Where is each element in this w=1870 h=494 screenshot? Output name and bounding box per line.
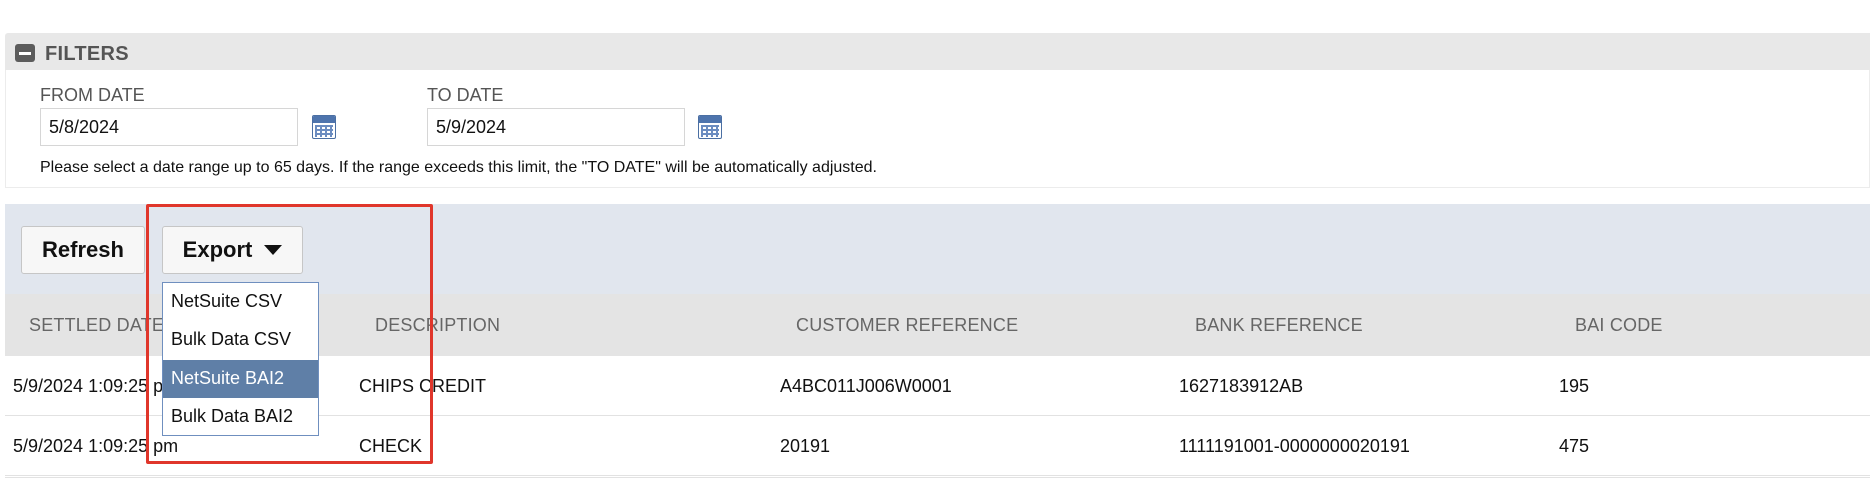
collapse-icon[interactable]	[15, 44, 35, 62]
from-date-input[interactable]	[40, 108, 298, 146]
export-dropdown-menu: NetSuite CSV Bulk Data CSV NetSuite BAI2…	[162, 282, 319, 436]
cell-bai-code: 195	[1559, 376, 1590, 396]
export-button-label: Export	[182, 237, 253, 262]
menu-item-bulk-data-csv[interactable]: Bulk Data CSV	[163, 321, 318, 359]
cell-settled-date: 5/9/2024 1:09:25 pm	[13, 376, 179, 396]
refresh-button-label: Refresh	[42, 237, 124, 262]
column-header-description[interactable]: DESCRIPTION	[375, 315, 500, 336]
cell-bai-code: 475	[1559, 436, 1590, 456]
to-date-input[interactable]	[427, 108, 685, 146]
from-date-label: FROM DATE	[40, 85, 145, 105]
calendar-icon[interactable]	[698, 115, 722, 139]
menu-item-netsuite-bai2[interactable]: NetSuite BAI2	[163, 360, 318, 398]
column-header-customer-reference[interactable]: CUSTOMER REFERENCE	[796, 315, 1018, 336]
column-header-settled-date[interactable]: SETTLED DATE	[29, 315, 164, 336]
filters-header[interactable]: FILTERS	[5, 33, 1870, 70]
cell-customer-reference: 20191	[780, 436, 831, 456]
menu-item-bulk-data-bai2[interactable]: Bulk Data BAI2	[163, 398, 318, 436]
export-button[interactable]: Export	[162, 226, 303, 274]
calendar-icon[interactable]	[312, 115, 336, 139]
cell-description: CHIPS CREDIT	[359, 376, 487, 396]
caret-down-icon	[264, 245, 283, 255]
table-footer-row	[5, 477, 1870, 494]
column-header-bai-code[interactable]: BAI CODE	[1575, 315, 1663, 336]
date-range-note: Please select a date range up to 65 days…	[40, 159, 877, 176]
refresh-button[interactable]: Refresh	[21, 226, 145, 274]
to-date-label: TO DATE	[427, 85, 504, 105]
filters-panel: FROM DATE TO DATE Please select a date r…	[5, 70, 1870, 188]
cell-customer-reference: A4BC011J006W0001	[780, 376, 952, 396]
cell-description: CHECK	[359, 436, 423, 456]
filters-title: FILTERS	[45, 43, 129, 65]
toolbar: Refresh Export	[5, 204, 1870, 294]
column-header-bank-reference[interactable]: BANK REFERENCE	[1195, 315, 1363, 336]
cell-settled-date: 5/9/2024 1:09:25 pm	[13, 436, 179, 456]
menu-item-netsuite-csv[interactable]: NetSuite CSV	[163, 283, 318, 321]
cell-bank-reference: 1627183912AB	[1179, 376, 1304, 396]
cell-bank-reference: 1111191001-0000000020191	[1179, 436, 1410, 456]
